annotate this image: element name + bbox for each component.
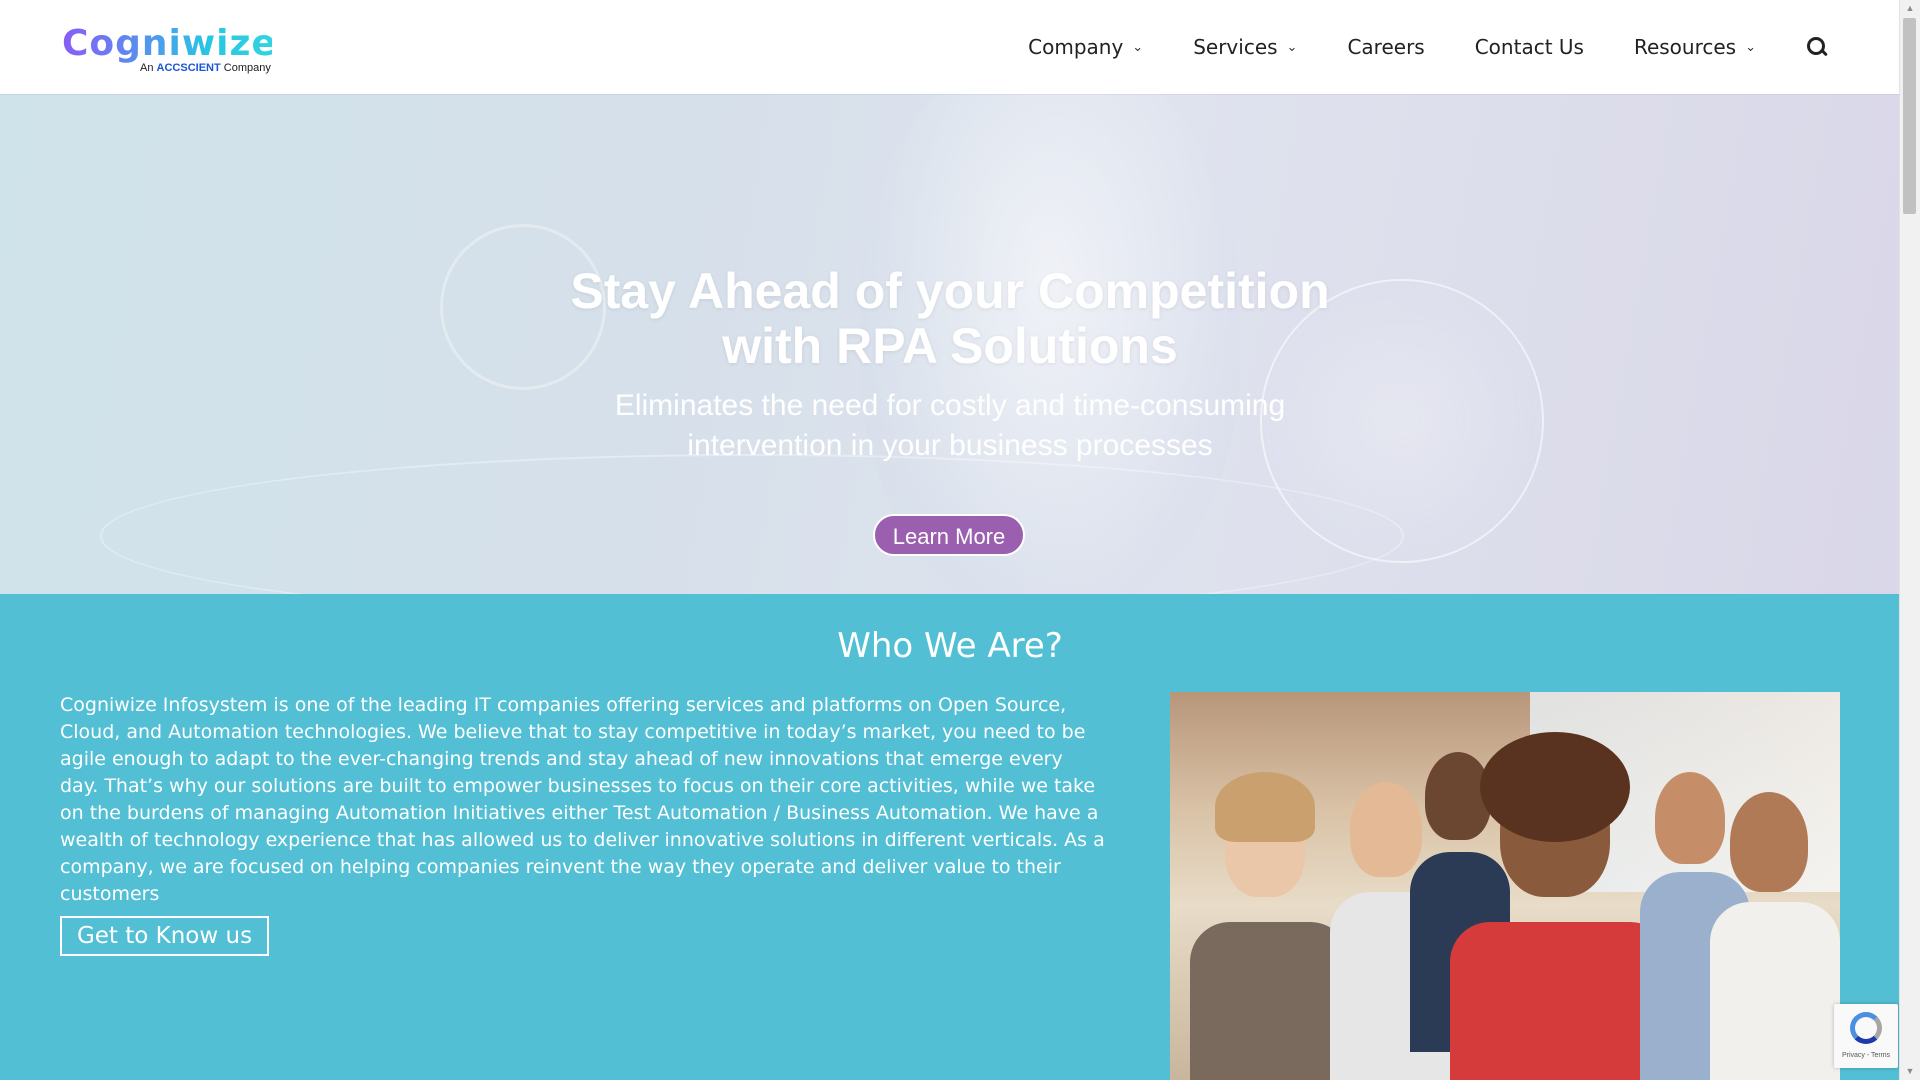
chevron-down-icon: ⌄ <box>1132 39 1144 55</box>
nav-company[interactable]: Company ⌄ <box>1028 35 1143 59</box>
chevron-down-icon: ⌄ <box>1286 39 1298 55</box>
section-title: Who We Are? <box>837 626 1063 666</box>
scroll-down-icon[interactable]: ▼ <box>1900 1063 1920 1080</box>
recaptcha-icon <box>1850 1012 1882 1044</box>
chevron-down-icon: ⌄ <box>1745 39 1756 55</box>
nav-services[interactable]: Services ⌄ <box>1193 35 1297 59</box>
recaptcha-links: Privacy - Terms <box>1841 1052 1891 1059</box>
learn-more-button[interactable]: Learn More <box>873 514 1025 556</box>
search-icon[interactable] <box>1806 36 1828 58</box>
logo-wordmark: Cogniwize <box>62 23 277 64</box>
site-header: Cogniwize An ACCSCIENT Company Company ⌄… <box>0 0 1900 94</box>
cogniwize-logo[interactable]: Cogniwize An ACCSCIENT Company <box>62 23 277 76</box>
hero-subtitle: Eliminates the need for costly and time-… <box>614 389 1286 462</box>
hero-title: Stay Ahead of your Competition with RPA … <box>570 263 1330 374</box>
nav-careers-label: Careers <box>1347 35 1425 59</box>
hero-banner: Stay Ahead of your Competition with RPA … <box>0 94 1900 594</box>
about-paragraph: Cogniwize Infosystem is one of the leadi… <box>60 694 1105 905</box>
get-to-know-us-button[interactable]: Get to Know us <box>60 916 269 956</box>
who-we-are-section: Who We Are? Cogniwize Infosystem is one … <box>0 594 1900 1080</box>
nav-contact-us-label: Contact Us <box>1474 35 1584 59</box>
logo-tagline: An ACCSCIENT Company <box>140 62 271 74</box>
scroll-up-icon[interactable]: ▲ <box>1900 0 1920 17</box>
team-photo <box>1170 692 1840 1080</box>
nav-resources[interactable]: Resources ⌄ <box>1634 35 1756 59</box>
nav-careers[interactable]: Careers <box>1347 35 1424 59</box>
nav-company-label: Company <box>1028 35 1124 59</box>
page-scrollbar[interactable]: ▲ ▼ <box>1899 0 1920 1080</box>
nav-services-label: Services <box>1193 35 1278 59</box>
recaptcha-badge[interactable]: Privacy - Terms <box>1834 1004 1898 1068</box>
nav-contact-us[interactable]: Contact Us <box>1475 35 1584 59</box>
scrollbar-thumb[interactable] <box>1903 18 1916 214</box>
main-nav: Company ⌄ Services ⌄ Careers Contact Us … <box>978 35 1828 59</box>
nav-resources-label: Resources <box>1633 35 1737 59</box>
